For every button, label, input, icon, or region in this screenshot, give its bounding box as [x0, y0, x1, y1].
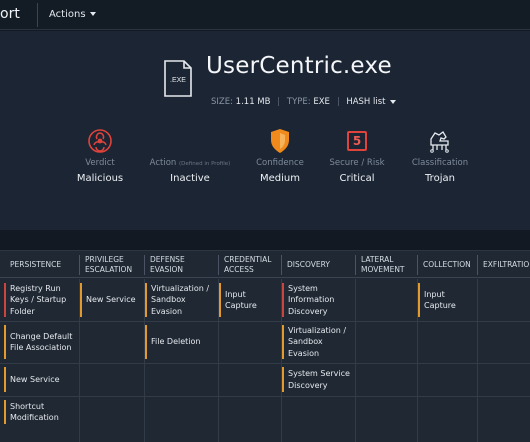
- attack-matrix: PERSISTENCE PRIVILEGE ESCALATION DEFENSE…: [0, 250, 530, 442]
- severity-bar: [145, 325, 147, 359]
- severity-bar: [145, 283, 147, 317]
- shield-icon: [271, 129, 289, 153]
- action-label-group: Action (Defined in Profile): [145, 158, 235, 168]
- technique-cell[interactable]: Input Capture: [219, 280, 280, 320]
- technique-label: Registry Run Keys / Startup Folder: [10, 283, 67, 316]
- technique-cell[interactable]: Virtualization / Sandbox Evasion: [145, 280, 217, 320]
- col-header-discovery[interactable]: DISCOVERY: [281, 251, 355, 279]
- chevron-down-icon: [89, 12, 96, 16]
- grid-line: [0, 363, 530, 364]
- col-header-lateral-movement[interactable]: LATERAL MOVEMENT: [355, 251, 417, 279]
- technique-cell[interactable]: Change Default File Association: [4, 322, 78, 362]
- severity-bar: [282, 367, 284, 392]
- grid-line: [355, 279, 356, 442]
- col-header-exfiltration[interactable]: EXFILTRATIO: [477, 251, 530, 279]
- file-meta: SIZE: 1.11 MB TYPE: EXE HASH list: [211, 97, 396, 107]
- chevron-down-icon: [389, 99, 396, 104]
- technique-label: File Deletion: [151, 337, 201, 347]
- size-label: SIZE:: [211, 97, 233, 107]
- file-name-title: UserCentric.exe: [206, 53, 392, 79]
- actions-menu-button[interactable]: Actions: [49, 9, 96, 20]
- hash-list-dropdown[interactable]: HASH list: [346, 97, 396, 107]
- technique-cell[interactable]: System Information Discovery: [282, 280, 354, 320]
- stat-verdict: Verdict Malicious: [55, 126, 145, 184]
- classification-label: Classification: [411, 158, 469, 168]
- severity-bar: [4, 367, 6, 392]
- grid-line: [0, 396, 530, 397]
- severity-bar: [4, 325, 6, 359]
- severity-bar: [418, 283, 420, 317]
- technique-label: System Information Discovery: [288, 283, 335, 316]
- severity-bar: [282, 325, 284, 359]
- type-label: TYPE:: [286, 97, 311, 107]
- stat-risk: 5 Secure / Risk Critical: [312, 126, 402, 184]
- stat-classification: Classification Trojan: [395, 126, 485, 184]
- technique-cell[interactable]: New Service: [80, 280, 143, 320]
- action-sublabel: (Defined in Profile): [178, 161, 231, 167]
- technique-cell[interactable]: Virtualization / Sandbox Evasion: [282, 322, 354, 362]
- stat-action: Action (Defined in Profile) Inactive: [145, 126, 235, 184]
- brand-title: ort: [0, 6, 20, 22]
- severity-bar: [4, 283, 6, 317]
- col-header-defense-evasion[interactable]: DEFENSE EVASION: [144, 251, 218, 279]
- technique-label: Input Capture: [225, 289, 257, 311]
- grid-line: [477, 279, 478, 442]
- severity-bar: [4, 400, 6, 424]
- classification-value: Trojan: [425, 173, 455, 184]
- technique-label: New Service: [10, 374, 60, 384]
- topbar-divider: [37, 3, 38, 27]
- technique-label: System Service Discovery: [288, 369, 350, 390]
- col-header-credential-access[interactable]: CREDENTIAL ACCESS: [218, 251, 281, 279]
- severity-bar: [282, 283, 284, 317]
- col-header-collection[interactable]: COLLECTION: [417, 251, 477, 279]
- technique-cell[interactable]: Input Capture: [418, 280, 476, 320]
- technique-cell[interactable]: Registry Run Keys / Startup Folder: [4, 280, 78, 320]
- risk-box-icon: 5: [347, 131, 367, 151]
- technique-label: Virtualization / Sandbox Evasion: [288, 325, 347, 358]
- meta-divider: [337, 97, 339, 106]
- technique-cell[interactable]: System Service Discovery: [282, 364, 354, 395]
- technique-label: Shortcut Modification: [10, 401, 59, 423]
- col-header-persistence[interactable]: PERSISTENCE: [4, 251, 79, 279]
- technique-label: New Service: [86, 295, 136, 305]
- action-value: Inactive: [170, 173, 210, 184]
- risk-label: Secure / Risk: [329, 158, 385, 168]
- severity-bar: [219, 283, 221, 317]
- verdict-label: Verdict: [85, 158, 115, 168]
- technique-cell[interactable]: File Deletion: [145, 322, 217, 362]
- biohazard-icon: [88, 129, 112, 153]
- size-value: 1.11 MB: [235, 97, 271, 107]
- technique-label: Virtualization / Sandbox Evasion: [151, 283, 210, 316]
- col-header-privilege-escalation[interactable]: PRIVILEGE ESCALATION: [79, 251, 144, 279]
- exe-file-icon: .EXE: [164, 60, 192, 97]
- hash-list-label: HASH list: [346, 97, 386, 107]
- technique-cell[interactable]: New Service: [4, 364, 78, 395]
- meta-divider: [278, 97, 280, 106]
- type-value: EXE: [313, 97, 330, 107]
- severity-bar: [80, 283, 82, 317]
- technique-label: Input Capture: [424, 289, 456, 311]
- top-bar: ort Actions: [0, 0, 530, 30]
- technique-cell[interactable]: Shortcut Modification: [4, 397, 78, 427]
- grid-line: [0, 321, 530, 322]
- matrix-header: PERSISTENCE PRIVILEGE ESCALATION DEFENSE…: [0, 250, 530, 278]
- trojan-horse-icon: [430, 131, 449, 153]
- action-label: Action: [149, 158, 177, 168]
- risk-value: Critical: [339, 173, 375, 184]
- actions-label: Actions: [49, 9, 86, 20]
- technique-label: Change Default File Association: [10, 331, 73, 353]
- file-icon-label: .EXE: [170, 77, 186, 84]
- verdict-value: Malicious: [76, 173, 124, 184]
